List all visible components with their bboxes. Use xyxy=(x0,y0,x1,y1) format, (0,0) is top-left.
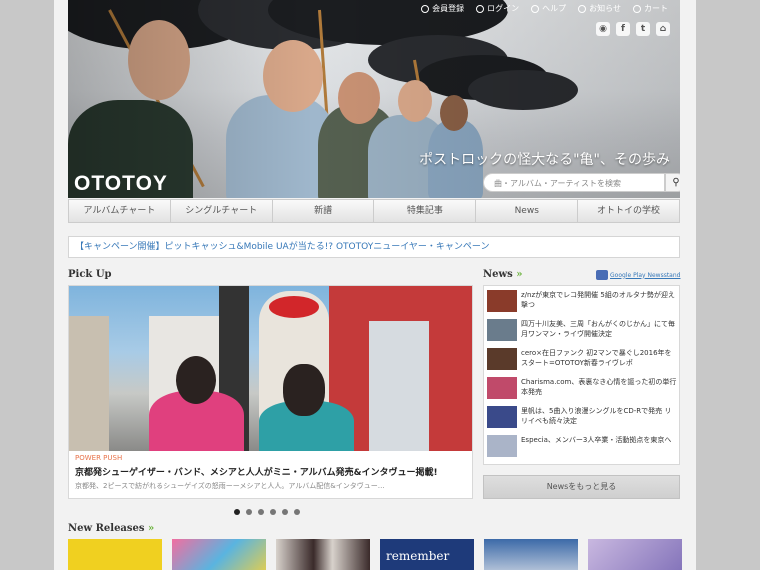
pickup-label: POWER PUSH xyxy=(75,454,123,462)
site-logo[interactable]: OTOTOY xyxy=(74,172,168,196)
news-item[interactable]: cero×在日ファンク 初2マンで暴ぐし2016年をスタート=OTOTOY新春ラ… xyxy=(487,346,677,372)
new-releases-heading: New Releases » xyxy=(68,523,154,534)
topnav-item[interactable]: 会員登録 xyxy=(421,3,464,14)
news-item[interactable]: 里帆は、5曲入り浪漫シングルをCD-Rで発売 リリイベも続々決定 xyxy=(487,404,677,430)
news-thumbnail[interactable] xyxy=(487,290,517,312)
pickup-caption[interactable]: POWER PUSH 京都発シューゲイザー・バンド、メシアと人人がミニ・アルバム… xyxy=(69,451,472,498)
new-releases-heading-text: New Releases xyxy=(68,523,145,534)
carousel-dot[interactable] xyxy=(270,509,276,515)
nav-features[interactable]: 特集記事 xyxy=(374,200,477,222)
topnav-item[interactable]: ログイン xyxy=(476,3,519,14)
chevron-right-icon: » xyxy=(148,523,155,534)
pickup-description: 京都発、2ピースで紡がれるシューゲイズの怒雨ーーメシアと人人。アルバム配信&イン… xyxy=(75,482,385,490)
nav-single-chart[interactable]: シングルチャート xyxy=(171,200,273,222)
news-heading-text: News xyxy=(483,269,513,280)
release-thumbnail[interactable] xyxy=(68,539,162,570)
user-icon xyxy=(421,4,430,13)
login-icon xyxy=(476,4,485,13)
search-icon: ⚲ xyxy=(672,177,680,188)
facebook-icon[interactable]: f xyxy=(616,22,630,36)
search-button[interactable]: ⚲ xyxy=(665,173,680,192)
social-links: ◉ f t ⌂ xyxy=(596,22,670,36)
info-icon xyxy=(578,4,587,13)
search-input[interactable]: 曲・アルバム・アーティストを検索 xyxy=(483,173,665,192)
release-thumbnail[interactable] xyxy=(484,539,578,570)
news-item[interactable]: Especia、メンバー3人卒業・活動拠点を東京へ xyxy=(487,433,677,459)
release-thumbnail[interactable]: remember xyxy=(380,539,474,570)
hero-tagline[interactable]: ポストロックの怪大なる"亀"、その歩み xyxy=(419,149,670,169)
news-thumbnail[interactable] xyxy=(487,348,517,370)
carousel-dots xyxy=(234,509,300,515)
cart-icon xyxy=(633,4,641,13)
news-item-text[interactable]: Charisma.com、表裏なき心情を謳った初の単行本発売 xyxy=(521,377,677,399)
top-navigation: 会員登録 ログイン ヘルプ お知らせ カート xyxy=(421,3,668,14)
news-list: z/nzが東京でレコ発開催 5組のオルタナ勢が迎え撃つ 四万十川友美、三周「おん… xyxy=(483,285,680,465)
carousel-dot[interactable] xyxy=(294,509,300,515)
pickup-title[interactable]: 京都発シューゲイザー・バンド、メシアと人人がミニ・アルバム発売&インタヴュー掲載… xyxy=(75,465,468,478)
pickup-image[interactable] xyxy=(69,286,472,451)
google-play-badge[interactable]: Google Play Newsstand xyxy=(596,270,680,280)
new-releases-row: remember xyxy=(68,539,682,570)
release-thumbnail[interactable] xyxy=(172,539,266,570)
release-thumbnail[interactable] xyxy=(276,539,370,570)
page: 会員登録 ログイン ヘルプ お知らせ カート ◉ f t ⌂ OTOTOY ポス… xyxy=(54,0,696,570)
topnav-item[interactable]: ヘルプ xyxy=(531,3,566,14)
nav-new-releases[interactable]: 新譜 xyxy=(273,200,375,222)
carousel-dot[interactable] xyxy=(234,509,240,515)
nav-album-chart[interactable]: アルバムチャート xyxy=(69,200,171,222)
news-item[interactable]: 四万十川友美、三周「おんがくのじかん」にて毎月ワンマン・ライヴ開催決定 xyxy=(487,317,677,343)
news-item-text[interactable]: 四万十川友美、三周「おんがくのじかん」にて毎月ワンマン・ライヴ開催決定 xyxy=(521,319,677,341)
release-thumbnail[interactable] xyxy=(588,539,682,570)
chevron-right-icon: » xyxy=(516,269,523,280)
news-item-text[interactable]: z/nzが東京でレコ発開催 5組のオルタナ勢が迎え撃つ xyxy=(521,290,677,312)
pickup-slide[interactable]: POWER PUSH 京都発シューゲイザー・バンド、メシアと人人がミニ・アルバム… xyxy=(68,285,473,499)
twitter-icon[interactable]: t xyxy=(636,22,650,36)
help-icon xyxy=(531,4,540,13)
news-item-text[interactable]: Especia、メンバー3人卒業・活動拠点を東京へ xyxy=(521,435,671,457)
news-item[interactable]: Charisma.com、表裏なき心情を謳った初の単行本発売 xyxy=(487,375,677,401)
main-navigation: アルバムチャート シングルチャート 新譜 特集記事 News オトトイの学校 xyxy=(68,199,680,223)
news-thumbnail[interactable] xyxy=(487,377,517,399)
news-thumbnail[interactable] xyxy=(487,406,517,428)
carousel-dot[interactable] xyxy=(258,509,264,515)
carousel-dot[interactable] xyxy=(282,509,288,515)
topnav-item[interactable]: カート xyxy=(633,3,668,14)
news-item-text[interactable]: 里帆は、5曲入り浪漫シングルをCD-Rで発売 リリイベも続々決定 xyxy=(521,406,677,428)
nav-school[interactable]: オトトイの学校 xyxy=(578,200,679,222)
hero-banner[interactable]: 会員登録 ログイン ヘルプ お知らせ カート ◉ f t ⌂ OTOTOY ポス… xyxy=(68,0,680,198)
more-news-button[interactable]: Newsをもっと見る xyxy=(483,475,680,499)
google-play-badge-text: Google Play Newsstand xyxy=(610,271,681,279)
topnav-item[interactable]: お知らせ xyxy=(578,3,621,14)
home-icon[interactable]: ⌂ xyxy=(656,22,670,36)
news-thumbnail[interactable] xyxy=(487,435,517,457)
campaign-banner-link[interactable]: 【キャンペーン開催】ピットキャッシュ&Mobile UAが当たる!? OTOTO… xyxy=(68,236,680,258)
news-thumbnail[interactable] xyxy=(487,319,517,341)
news-item[interactable]: z/nzが東京でレコ発開催 5組のオルタナ勢が迎え撃つ xyxy=(487,288,677,314)
carousel-dot[interactable] xyxy=(246,509,252,515)
nav-news[interactable]: News xyxy=(476,200,579,222)
newsstand-icon xyxy=(596,270,608,280)
news-item-text[interactable]: cero×在日ファンク 初2マンで暴ぐし2016年をスタート=OTOTOY新春ラ… xyxy=(521,348,677,370)
news-heading: News » xyxy=(483,269,522,280)
rss-icon[interactable]: ◉ xyxy=(596,22,610,36)
pickup-heading: Pick Up xyxy=(68,269,112,280)
